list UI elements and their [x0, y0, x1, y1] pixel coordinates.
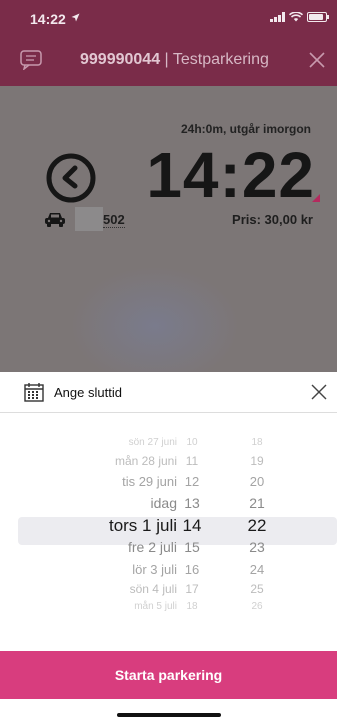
parking-overview: 14:22 999990044 | Testparkering 24h:0m, …	[0, 0, 337, 386]
picker-date: lör 3 juli	[132, 561, 177, 577]
picker-hour: 18	[186, 601, 198, 612]
date-time-picker[interactable]: sön 27 juni 10 18 mån 28 juni 11 19 tis 29 jun…	[0, 413, 337, 651]
picker-minute: 19	[250, 454, 264, 468]
picker-minute: 18	[251, 437, 263, 448]
picker-minute: 22	[247, 515, 267, 535]
header-title: 999990044 | Testparkering	[80, 51, 269, 69]
picker-hour: 10	[186, 437, 198, 448]
picker-date: sön 27 juni	[128, 437, 177, 448]
picker-row[interactable]: tis 29 juni 12 20	[0, 474, 337, 498]
license-plate[interactable]: 502	[103, 212, 125, 228]
picker-date: tors 1 juli	[108, 515, 177, 535]
end-time: 14:22	[146, 139, 315, 211]
clock-icon	[46, 153, 96, 203]
start-parking-button[interactable]: Starta parkering	[0, 651, 337, 699]
close-icon[interactable]	[307, 50, 327, 70]
picker-minute: 25	[250, 582, 264, 596]
map-glow	[70, 266, 240, 386]
picker-row-selected[interactable]: tors 1 juli 14 22	[0, 516, 337, 540]
signal-icon	[270, 12, 285, 22]
status-time: 14:22	[30, 11, 66, 27]
plate-redaction	[75, 207, 103, 231]
picker-row[interactable]: mån 5 juli 18 26	[0, 601, 337, 625]
status-indicators	[270, 12, 329, 22]
picker-date: mån 28 juni	[114, 454, 177, 468]
location-arrow-icon	[71, 13, 80, 22]
picker-hour: 16	[184, 561, 200, 577]
picker-minute: 26	[251, 601, 263, 612]
picker-hour: 12	[184, 473, 200, 489]
picker-row[interactable]: fre 2 juli 15 23	[0, 539, 337, 563]
zone-name: Testparkering	[172, 51, 269, 68]
duration-text: 24h:0m, utgår imorgon	[180, 122, 311, 136]
picker-date: mån 5 juli	[134, 601, 177, 612]
picker-minute: 24	[249, 561, 265, 577]
home-indicator	[117, 713, 221, 717]
wifi-icon	[289, 12, 303, 22]
picker-date: tis 29 juni	[122, 473, 177, 489]
picker-hour: 17	[185, 582, 199, 596]
sheet-close-icon[interactable]	[309, 382, 329, 402]
corner-marker	[312, 194, 320, 202]
price-text: Pris: 30,00 kr	[232, 212, 313, 227]
app-header: 999990044 | Testparkering	[0, 36, 337, 86]
picker-hour: 15	[184, 539, 200, 555]
message-icon[interactable]	[20, 50, 42, 70]
picker-minute: 21	[249, 495, 265, 511]
picker-minute: 20	[249, 473, 265, 489]
status-bar: 14:22	[0, 0, 337, 36]
battery-icon	[307, 12, 329, 22]
picker-minute: 23	[249, 539, 265, 555]
end-time-sheet-header: Ange sluttid	[0, 372, 337, 413]
picker-date: fre 2 juli	[127, 539, 177, 555]
car-icon	[45, 213, 65, 227]
sheet-title: Ange sluttid	[54, 385, 122, 400]
picker-hour: 14	[182, 515, 202, 535]
calendar-icon	[24, 383, 44, 402]
parking-id: 999990044	[80, 51, 161, 68]
picker-hour: 13	[184, 495, 200, 511]
header-separator: |	[160, 51, 173, 68]
picker-hour: 11	[185, 454, 199, 468]
picker-date: sön 4 juli	[129, 582, 177, 596]
picker-date: idag	[150, 495, 177, 511]
